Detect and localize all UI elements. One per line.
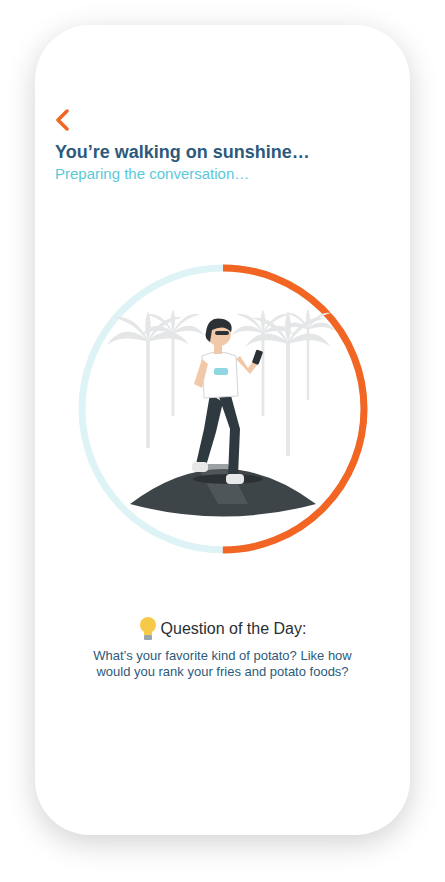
phone-card: You’re walking on sunshine…Preparing the… bbox=[35, 25, 410, 835]
subtitle: Preparing the conversation… bbox=[55, 164, 390, 184]
walking-woman-icon bbox=[78, 264, 368, 554]
light-bulb-icon bbox=[139, 616, 157, 642]
back-button[interactable] bbox=[55, 108, 79, 132]
palm-tree-icon bbox=[281, 309, 335, 400]
palm-tree-icon bbox=[231, 310, 294, 416]
question-of-the-day: Question of the Day: What’s your favorite… bbox=[55, 616, 390, 680]
palm-tree-icon bbox=[245, 312, 331, 456]
question-label: Question of the Day: bbox=[161, 618, 307, 640]
palm-tree-icon bbox=[141, 310, 204, 416]
page: You’re walking on sunshine…Preparing the… bbox=[0, 0, 445, 882]
chevron-left-icon bbox=[55, 109, 69, 131]
progress-ring bbox=[55, 264, 390, 554]
title: You’re walking on sunshine… bbox=[55, 140, 390, 164]
question-text: What’s your favorite kind of potato? Lik… bbox=[73, 648, 373, 680]
